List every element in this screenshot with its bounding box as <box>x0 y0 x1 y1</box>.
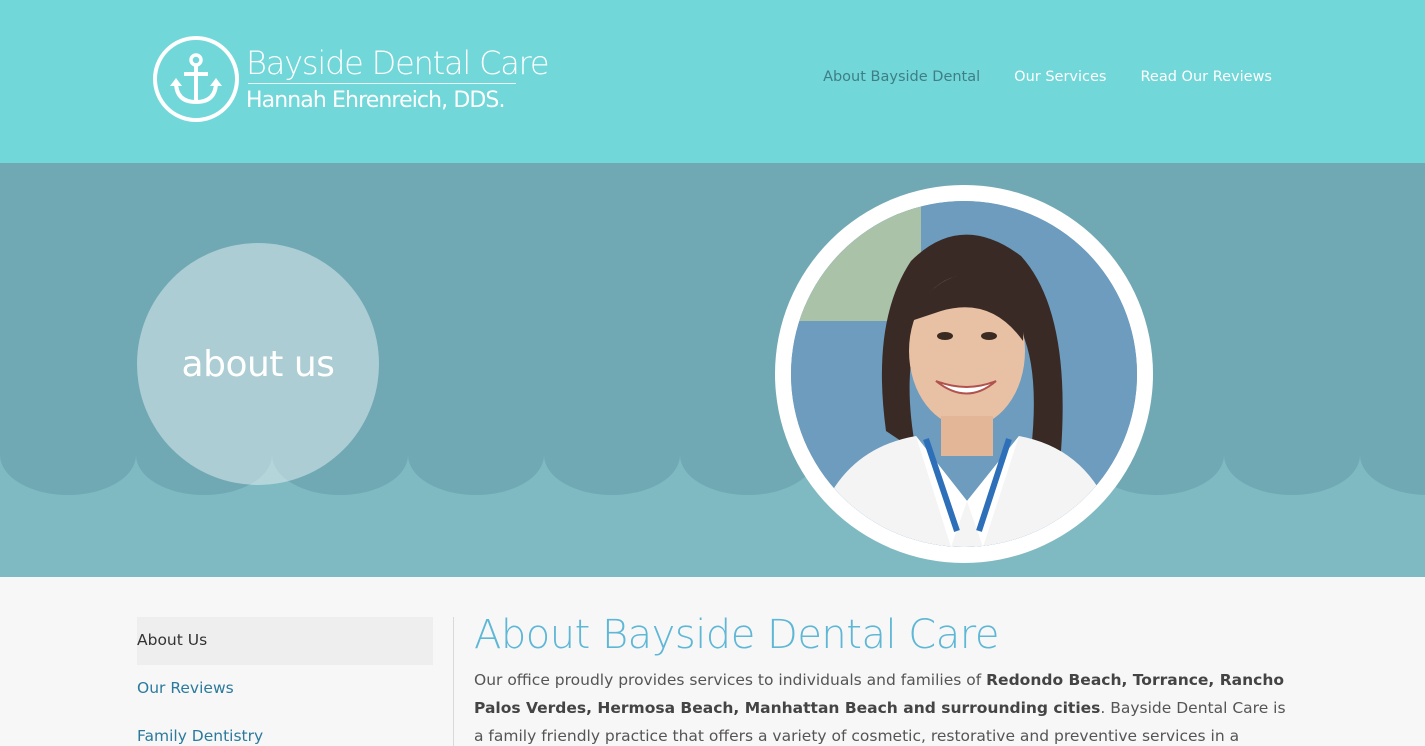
dentist-portrait <box>791 201 1137 547</box>
nav-reviews[interactable]: Read Our Reviews <box>1140 69 1272 85</box>
brand-logo[interactable]: Bayside Dental Care Hannah Ehrenreich, D… <box>153 36 550 124</box>
sidebar-item-our-reviews[interactable]: Our Reviews <box>137 665 433 713</box>
sidebar-item-family-dentistry[interactable]: Family Dentistry <box>137 713 433 746</box>
site-header: Bayside Dental Care Hannah Ehrenreich, D… <box>0 0 1425 163</box>
intro-text: Our office proudly provides services to … <box>474 671 987 689</box>
brand-title: Bayside Dental Care <box>246 44 550 82</box>
intro-paragraph: Our office proudly provides services to … <box>474 666 1294 746</box>
main-content: About Bayside Dental Care Our office pro… <box>474 612 1294 746</box>
portrait-frame <box>775 185 1153 563</box>
nav-about[interactable]: About Bayside Dental <box>823 69 980 85</box>
sidebar-item-about-us[interactable]: About Us <box>137 617 433 665</box>
brand-subtitle: Hannah Ehrenreich, DDS. <box>246 88 505 113</box>
about-us-badge: about us <box>137 243 379 485</box>
about-us-label: about us <box>181 343 335 385</box>
sidebar-nav: About Us Our Reviews Family Dentistry <box>137 617 433 746</box>
main-nav: About Bayside Dental Our Services Read O… <box>823 69 1272 85</box>
hero-banner: about us <box>0 163 1425 577</box>
content-divider <box>453 617 454 746</box>
brand-divider <box>248 83 516 84</box>
anchor-icon <box>153 36 239 122</box>
page-title: About Bayside Dental Care <box>474 612 999 658</box>
nav-services[interactable]: Our Services <box>1014 69 1106 85</box>
